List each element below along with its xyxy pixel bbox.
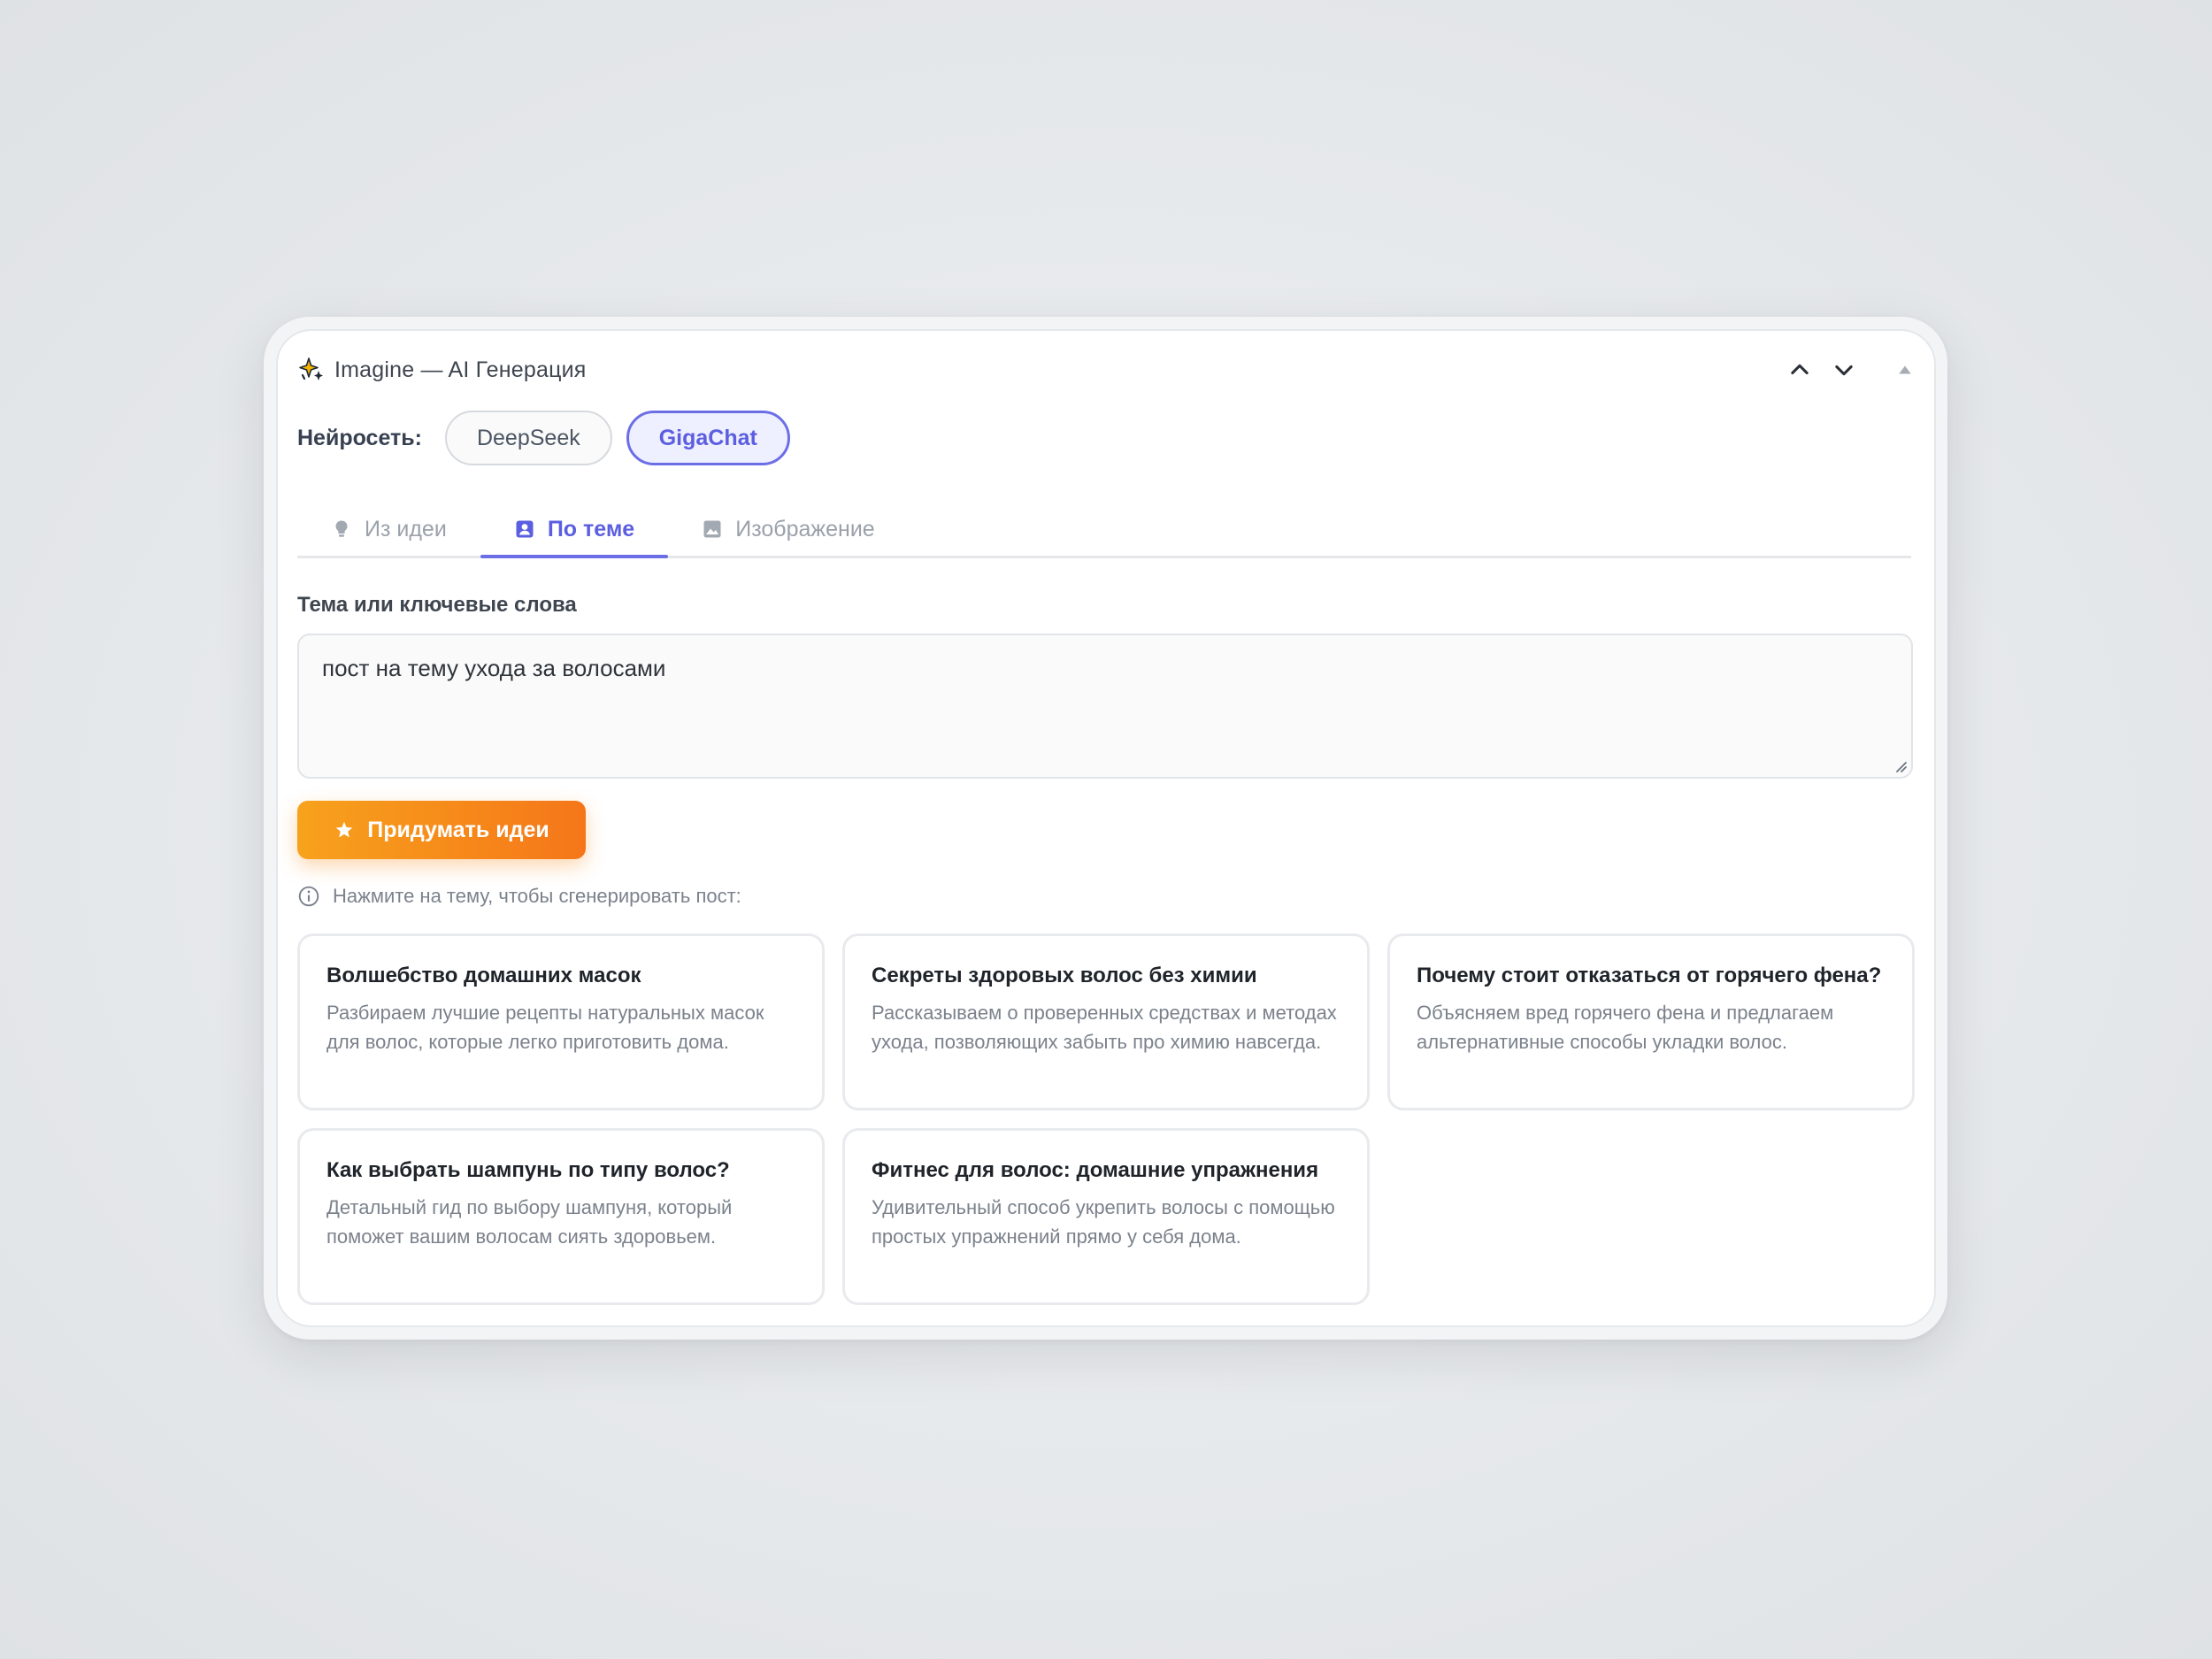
title-actions: [1784, 354, 1916, 386]
tab-image[interactable]: Изображение: [668, 503, 908, 556]
idea-card-description: Детальный гид по выбору шампуня, который…: [326, 1196, 733, 1248]
idea-card-title: Фитнес для волос: домашние упражнения: [872, 1158, 1319, 1182]
model-option-gigachat[interactable]: GigaChat: [626, 411, 790, 465]
tab-label: Изображение: [735, 516, 875, 541]
title-bar: Imagine — AI Генерация: [297, 345, 1916, 395]
idea-card-title: Волшебство домашних масок: [326, 964, 641, 987]
idea-card-description: Объясняем вред горячего фена и предлагае…: [1417, 1002, 1834, 1053]
expand-down-button[interactable]: [1828, 354, 1860, 386]
hint-text: Нажмите на тему, чтобы сгенерировать пос…: [333, 885, 741, 907]
image-icon: [702, 518, 723, 540]
idea-card[interactable]: Почему стоит отказаться от горячего фена…: [1387, 933, 1915, 1110]
generate-ideas-button[interactable]: Придумать идеи: [297, 801, 586, 859]
tab-by-topic[interactable]: По теме: [480, 503, 669, 558]
tab-from-idea[interactable]: Из идеи: [297, 503, 480, 556]
sparkle-logo-icon: [297, 356, 326, 384]
lightbulb-icon: [331, 518, 352, 540]
idea-card-title: Как выбрать шампунь по типу волос?: [326, 1158, 730, 1182]
idea-card-title: Почему стоит отказаться от горячего фена…: [1417, 964, 1882, 987]
idea-card[interactable]: Как выбрать шампунь по типу волос? Детал…: [297, 1128, 825, 1305]
mode-tabs: Из идеи По теме Изображение: [297, 503, 1911, 558]
topic-input[interactable]: пост на тему ухода за волосами: [297, 634, 1913, 779]
imagine-panel: Imagine — AI Генерация Нейросеть: DeepSe…: [276, 329, 1936, 1327]
hint-row: Нажмите на тему, чтобы сгенерировать пос…: [297, 885, 741, 908]
idea-card[interactable]: Секреты здоровых волос без химии Рассказ…: [842, 933, 1370, 1110]
topic-field-label: Тема или ключевые слова: [297, 593, 577, 617]
model-selector: Нейросеть: DeepSeek GigaChat: [297, 411, 804, 465]
generate-ideas-label: Придумать идеи: [367, 817, 549, 842]
scrollbar-up-arrow[interactable]: [1893, 358, 1916, 381]
star-icon: [335, 821, 353, 838]
idea-card[interactable]: Волшебство домашних масок Разбираем лучш…: [297, 933, 825, 1110]
collapse-up-button[interactable]: [1784, 354, 1816, 386]
model-option-deepseek[interactable]: DeepSeek: [444, 411, 612, 465]
idea-card-description: Удивительный способ укрепить волосы с по…: [872, 1196, 1335, 1248]
window-title: Imagine — AI Генерация: [334, 357, 587, 382]
model-label: Нейросеть:: [297, 425, 422, 450]
tab-label: По теме: [547, 516, 635, 541]
resize-grip-icon[interactable]: [1893, 759, 1908, 773]
triangle-up-icon: [1899, 365, 1911, 374]
idea-card-description: Рассказываем о проверенных средствах и м…: [872, 1002, 1337, 1053]
idea-card-title: Секреты здоровых волос без химии: [872, 964, 1257, 987]
info-icon: [297, 885, 320, 908]
chevron-up-icon: [1791, 364, 1809, 375]
contact-card-icon: [514, 518, 535, 540]
idea-card-description: Разбираем лучшие рецепты натуральных мас…: [326, 1002, 764, 1053]
chevron-down-icon: [1835, 365, 1853, 376]
idea-card[interactable]: Фитнес для волос: домашние упражнения Уд…: [842, 1128, 1370, 1305]
tab-label: Из идеи: [365, 516, 447, 541]
idea-cards: Волшебство домашних масок Разбираем лучш…: [297, 933, 1915, 1305]
